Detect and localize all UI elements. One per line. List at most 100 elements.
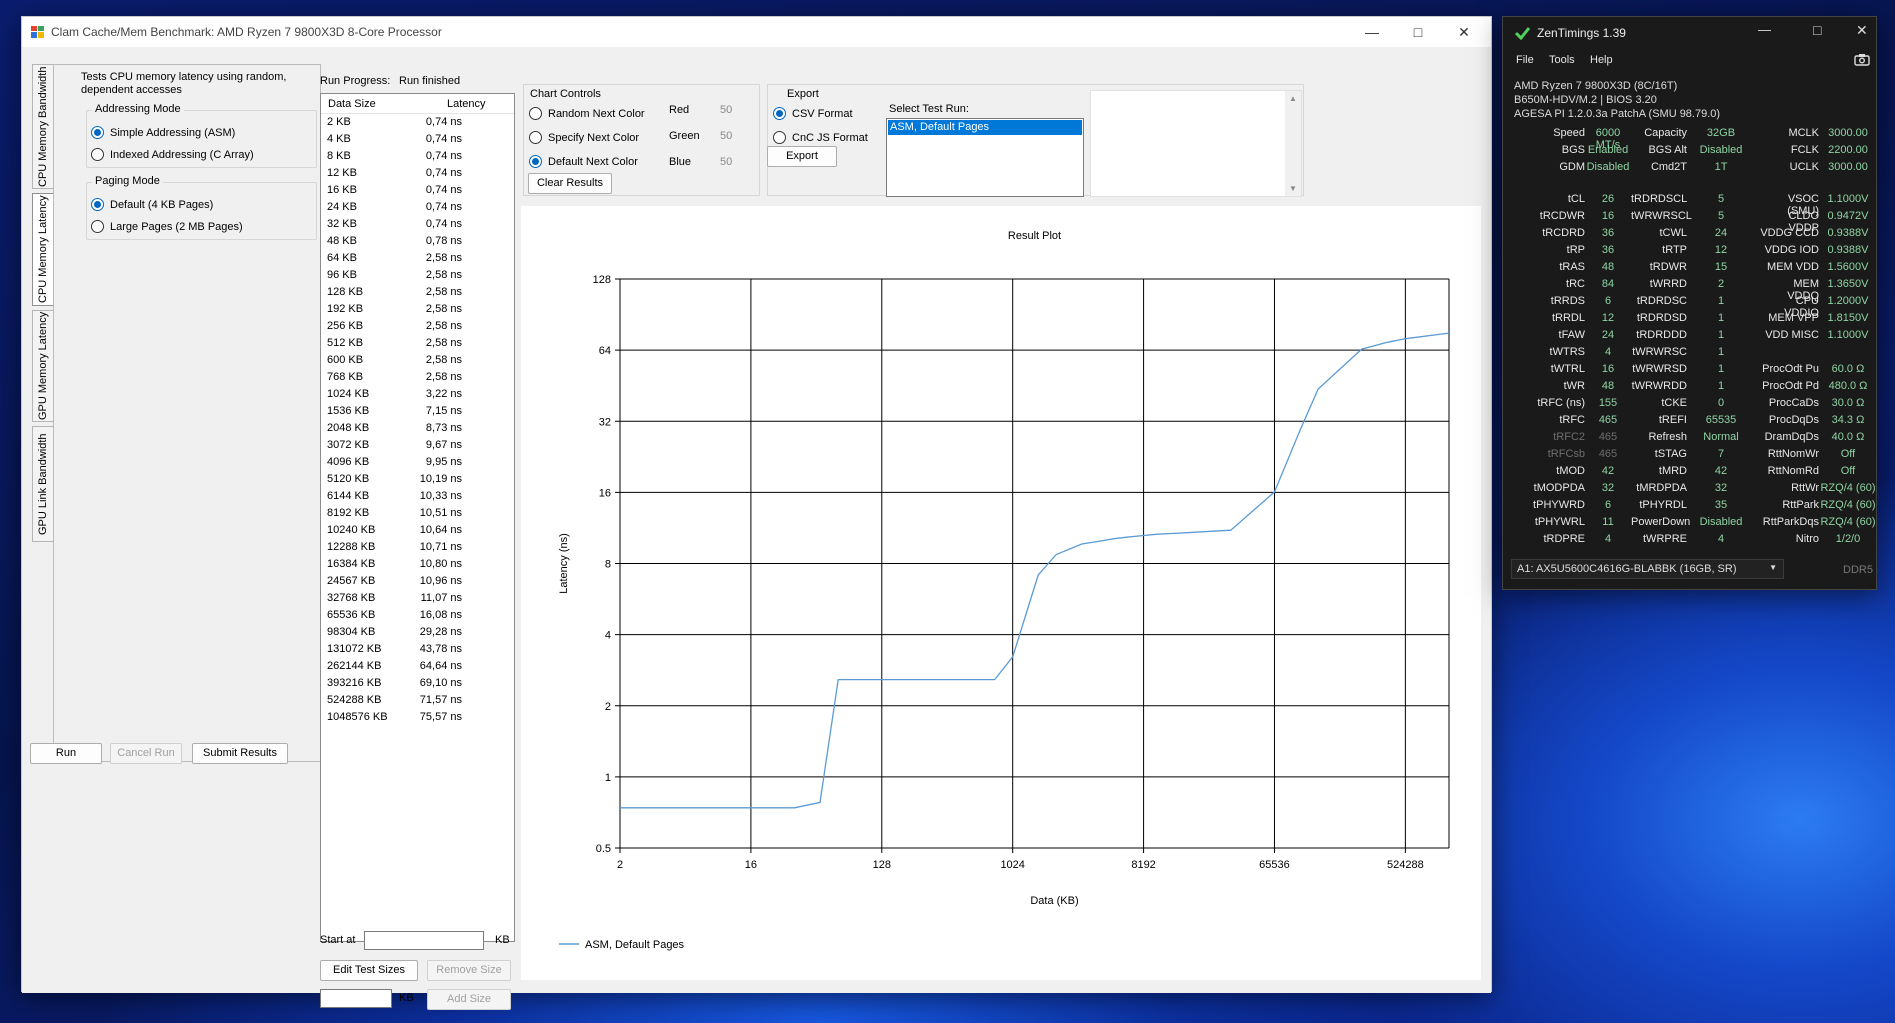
table-row[interactable]: 12 KB 0,74 ns	[327, 165, 487, 182]
timing-label: RttWr	[1791, 482, 1819, 494]
select-test-run-label: Select Test Run:	[889, 103, 969, 115]
add-size-input[interactable]	[320, 989, 392, 1008]
tab-cpu-memory-latency[interactable]: CPU Memory Latency	[32, 193, 54, 306]
zen-minimize-button[interactable]: —	[1758, 22, 1771, 37]
results-list[interactable]: Data Size Latency 2 KB 0,74 ns 4 KB 0,74 ns…	[320, 93, 515, 942]
remove-size-button[interactable]: Remove Size	[427, 960, 511, 981]
scroll-up-icon[interactable]: ▲	[1289, 94, 1297, 103]
table-row[interactable]: 262144 KB 64,64 ns	[327, 658, 487, 675]
table-row[interactable]: 393216 KB 69,10 ns	[327, 675, 487, 692]
timing-value: 1.1000V	[1827, 193, 1869, 205]
minimize-button[interactable]: —	[1349, 17, 1395, 47]
timing-label: UCLK	[1789, 161, 1819, 173]
green-value[interactable]: 50	[720, 130, 732, 142]
addressing-mode-group: Addressing Mode Simple Addressing (ASM) …	[86, 103, 317, 168]
menu-file[interactable]: File	[1516, 54, 1534, 66]
table-row[interactable]: 131072 KB 43,78 ns	[327, 641, 487, 658]
timing-label: ProcCaDs	[1768, 397, 1819, 409]
zen-maximize-button[interactable]: □	[1813, 22, 1821, 38]
test-run-item[interactable]: ASM, Default Pages	[888, 120, 1082, 135]
tab-gpu-memory-latency[interactable]: GPU Memory Latency	[32, 310, 54, 422]
red-value[interactable]: 50	[720, 104, 732, 116]
table-row[interactable]: 32768 KB 11,07 ns	[327, 590, 487, 607]
table-row[interactable]: 24 KB 0,74 ns	[327, 199, 487, 216]
camera-icon[interactable]	[1854, 53, 1870, 66]
radio-simple-addressing[interactable]: Simple Addressing (ASM)	[91, 126, 235, 140]
table-row[interactable]: 524288 KB 71,57 ns	[327, 692, 487, 709]
row-latency: 3,22 ns	[425, 388, 462, 400]
radio-specify-next-color[interactable]: Specify Next Color	[529, 131, 639, 145]
radio-indexed-addressing[interactable]: Indexed Addressing (C Array)	[91, 148, 254, 162]
timing-value: 6	[1604, 499, 1612, 511]
clear-results-button[interactable]: Clear Results	[528, 173, 612, 194]
zen-close-button[interactable]: ✕	[1856, 22, 1868, 39]
radio-large-pages[interactable]: Large Pages (2 MB Pages)	[91, 220, 243, 234]
table-row[interactable]: 16 KB 0,74 ns	[327, 182, 487, 199]
radio-random-next-color[interactable]: Random Next Color	[529, 107, 645, 121]
table-row[interactable]: 10240 KB 10,64 ns	[327, 522, 487, 539]
module-selector[interactable]: A1: AX5U5600C4616G-BLABBK (16GB, SR) ▼	[1511, 559, 1784, 579]
timing-label: PowerDown	[1631, 516, 1691, 528]
table-row[interactable]: 4096 KB 9,95 ns	[327, 454, 487, 471]
table-row[interactable]: 1024 KB 3,22 ns	[327, 386, 487, 403]
tab-cpu-memory-bandwidth[interactable]: CPU Memory Bandwidth	[32, 64, 54, 189]
submit-results-button[interactable]: Submit Results	[192, 743, 288, 764]
table-row[interactable]: 96 KB 2,58 ns	[327, 267, 487, 284]
start-at-input[interactable]	[364, 931, 484, 950]
table-row[interactable]: 2048 KB 8,73 ns	[327, 420, 487, 437]
blue-value[interactable]: 50	[720, 156, 732, 168]
series-line	[620, 332, 1450, 809]
radio-cnc-js-format[interactable]: CnC JS Format	[773, 131, 868, 145]
table-row[interactable]: 32 KB 0,74 ns	[327, 216, 487, 233]
edit-test-sizes-button[interactable]: Edit Test Sizes	[320, 960, 418, 981]
table-row[interactable]: 5120 KB 10,19 ns	[327, 471, 487, 488]
table-row[interactable]: 4 KB 0,74 ns	[327, 131, 487, 148]
close-button[interactable]: ✕	[1441, 17, 1487, 47]
radio-csv-format[interactable]: CSV Format	[773, 107, 853, 121]
table-row[interactable]: 24567 KB 10,96 ns	[327, 573, 487, 590]
table-row[interactable]: 8 KB 0,74 ns	[327, 148, 487, 165]
timing-value: 16	[1601, 210, 1615, 222]
table-row[interactable]: 16384 KB 10,80 ns	[327, 556, 487, 573]
table-row[interactable]: 600 KB 2,58 ns	[327, 352, 487, 369]
y-tick-label: 16	[599, 487, 611, 499]
radio-default-next-color[interactable]: Default Next Color	[529, 155, 638, 169]
table-row[interactable]: 1048576 KB 75,57 ns	[327, 709, 487, 726]
table-row[interactable]: 2 KB 0,74 ns	[327, 114, 487, 131]
scrollbar[interactable]: ▲ ▼	[1285, 91, 1301, 196]
run-button[interactable]: Run	[30, 743, 102, 764]
table-row[interactable]: 1536 KB 7,15 ns	[327, 403, 487, 420]
table-row[interactable]: 256 KB 2,58 ns	[327, 318, 487, 335]
menu-help[interactable]: Help	[1590, 54, 1613, 66]
timing-label: tRDPRE	[1543, 533, 1585, 545]
column-header-data-size[interactable]: Data Size	[328, 98, 376, 110]
table-row[interactable]: 512 KB 2,58 ns	[327, 335, 487, 352]
notes-textbox[interactable]: ▲ ▼	[1090, 90, 1302, 197]
table-row[interactable]: 12288 KB 10,71 ns	[327, 539, 487, 556]
table-row[interactable]: 65536 KB 16,08 ns	[327, 607, 487, 624]
radio-default-pages[interactable]: Default (4 KB Pages)	[91, 198, 213, 212]
table-row[interactable]: 48 KB 0,78 ns	[327, 233, 487, 250]
row-latency: 11,07 ns	[420, 592, 462, 604]
row-data-size: 12 KB	[327, 167, 357, 179]
table-row[interactable]: 128 KB 2,58 ns	[327, 284, 487, 301]
table-row[interactable]: 64 KB 2,58 ns	[327, 250, 487, 267]
scroll-down-icon[interactable]: ▼	[1289, 184, 1297, 193]
table-row[interactable]: 3072 KB 9,67 ns	[327, 437, 487, 454]
test-run-listbox[interactable]: ASM, Default Pages	[886, 118, 1084, 197]
table-row[interactable]: 192 KB 2,58 ns	[327, 301, 487, 318]
legend-entry[interactable]: ASM, Default Pages	[585, 939, 685, 951]
table-row[interactable]: 98304 KB 29,28 ns	[327, 624, 487, 641]
row-latency: 10,64 ns	[419, 524, 462, 536]
tab-gpu-link-bandwidth[interactable]: GPU Link Bandwidth	[32, 426, 54, 542]
maximize-button[interactable]: □	[1395, 17, 1441, 47]
cancel-run-button[interactable]: Cancel Run	[110, 743, 182, 764]
table-row[interactable]: 8192 KB 10,51 ns	[327, 505, 487, 522]
menu-tools[interactable]: Tools	[1549, 54, 1575, 66]
add-size-button[interactable]: Add Size	[427, 989, 511, 1010]
export-button[interactable]: Export	[767, 146, 837, 167]
timing-label: tRDRDSCL	[1631, 193, 1688, 205]
table-row[interactable]: 6144 KB 10,33 ns	[327, 488, 487, 505]
column-header-latency[interactable]: Latency	[447, 98, 486, 110]
table-row[interactable]: 768 KB 2,58 ns	[327, 369, 487, 386]
